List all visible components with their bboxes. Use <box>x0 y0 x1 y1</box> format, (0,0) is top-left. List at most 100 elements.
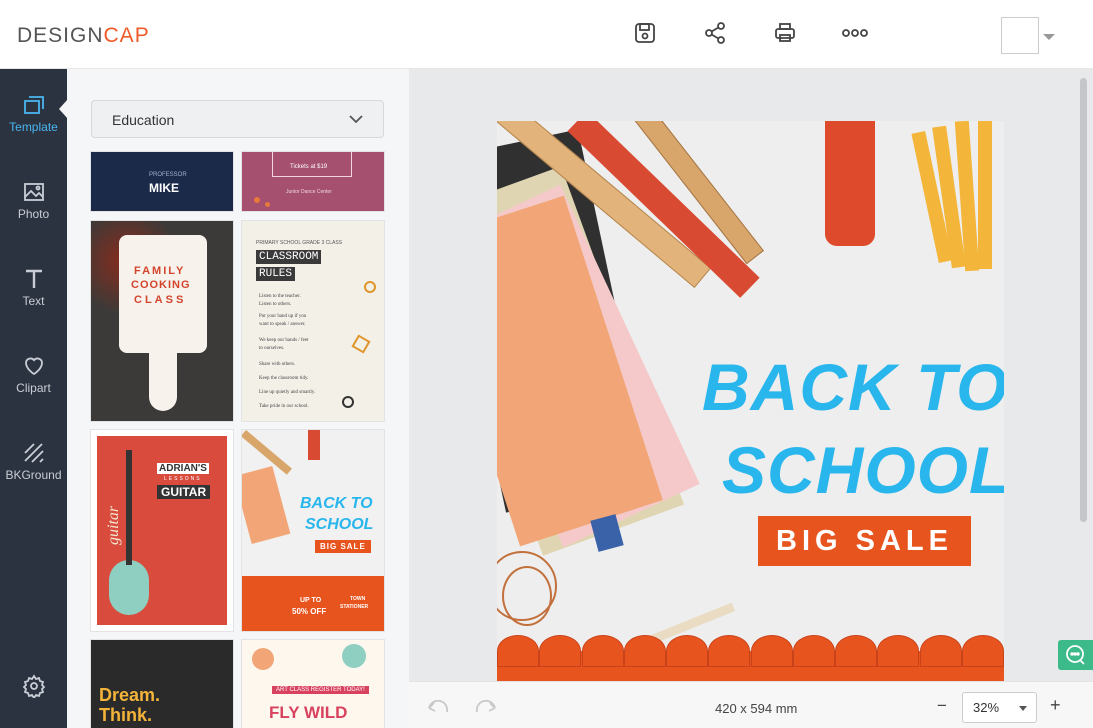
background-icon <box>23 443 44 463</box>
thumb-text: PRIMARY SCHOOL GRADE 3 CLASS <box>256 240 343 246</box>
chevron-down-icon <box>1019 706 1027 711</box>
thumb-text: LESSONS <box>164 476 202 482</box>
thumb-text: Put your hand up if you <box>259 314 307 319</box>
thumb-text: 50% OFF <box>292 607 327 616</box>
thumb-text: BACK TO <box>300 495 373 512</box>
thumb-text: ART CLASS REGISTER TODAY! <box>272 686 369 694</box>
zoom-out-button[interactable]: − <box>937 696 947 716</box>
zoom-select[interactable]: 32% <box>962 692 1037 723</box>
thumb-text: We keep our hands / feet <box>259 338 309 343</box>
sidebar-item-clipart[interactable]: Clipart <box>0 354 67 424</box>
chevron-down-icon <box>349 115 363 124</box>
stapler <box>825 121 875 246</box>
template-panel: Education PROFESSOR MIKE Tickets at $19 … <box>67 69 409 728</box>
sidebar-item-text[interactable]: Text <box>0 267 67 337</box>
sidebar-item-label: Text <box>22 294 45 308</box>
scallop <box>750 635 793 667</box>
thumb-text: ADRIAN'S <box>157 463 209 474</box>
sidebar-item-label: Clipart <box>16 381 51 395</box>
template-icon <box>23 96 44 114</box>
scallop <box>539 635 582 667</box>
sidebar-item-photo[interactable]: Photo <box>0 180 67 250</box>
sidebar-item-label: BKGround <box>5 468 62 482</box>
gear-icon <box>22 674 45 698</box>
template-thumb[interactable]: ART CLASS REGISTER TODAY! FLY WILD <box>242 640 384 728</box>
scallop <box>835 635 877 667</box>
template-thumb[interactable]: ADRIAN'S LESSONS GUITAR guitar <box>91 430 233 631</box>
canvas-size-label: 420 x 594 mm <box>715 701 798 716</box>
scallop <box>666 635 708 667</box>
thumb-text: CLASSROOM <box>256 250 322 264</box>
sidebar-item-bkground[interactable]: BKGround <box>0 441 67 511</box>
print-icon[interactable] <box>771 19 799 47</box>
thumb-text: Line up quietly and smartly. <box>259 390 316 395</box>
thumb-text: GUITAR <box>157 485 211 499</box>
template-thumb[interactable]: Dream. Think. <box>91 640 233 728</box>
thumb-text: Junior Dance Center <box>286 189 332 195</box>
photo-icon <box>23 183 44 201</box>
design-poster[interactable]: BACK TO SCHOOL BIG SALE <box>497 121 1004 681</box>
thumb-text: Dream. <box>99 685 161 705</box>
thumb-text: TOWN <box>350 596 366 602</box>
thumb-text: SCHOOL <box>305 516 374 533</box>
bottom-bar: 420 x 594 mm − 32% + <box>409 681 1093 728</box>
thumb-text: Take pride in our school. <box>259 404 309 409</box>
avatar[interactable] <box>1001 17 1039 54</box>
thumb-text: FAMILY <box>134 265 186 277</box>
poster-title-line2[interactable]: SCHOOL <box>722 432 1004 508</box>
category-value: Education <box>112 112 175 128</box>
undo-icon[interactable] <box>427 700 449 714</box>
more-icon[interactable] <box>841 19 869 47</box>
scallop <box>792 635 835 667</box>
thumb-text: FLY WILD <box>269 703 348 722</box>
thumb-text: want to speak / answer. <box>259 322 306 327</box>
template-thumb[interactable]: Tickets at $19 Junior Dance Center <box>242 152 384 211</box>
template-thumb[interactable]: PRIMARY SCHOOL GRADE 3 CLASS CLASSROOM R… <box>242 221 384 421</box>
rubber-band <box>502 566 552 626</box>
thumb-text: MIKE <box>149 181 179 195</box>
zoom-in-button[interactable]: + <box>1050 695 1061 716</box>
share-icon[interactable] <box>701 19 729 47</box>
pen <box>978 121 992 269</box>
thumb-text: Think. <box>99 705 152 725</box>
thumb-text: Listen to the teacher. <box>259 294 301 299</box>
text-icon <box>25 269 42 288</box>
thumb-text: CLASS <box>134 294 187 306</box>
account-dropdown-icon[interactable] <box>1043 34 1055 40</box>
thumb-text: BIG SALE <box>315 540 371 553</box>
scallop <box>623 635 666 667</box>
top-bar: DESIGNCAP <box>0 0 1093 69</box>
thumb-text: STATIONER <box>340 604 369 610</box>
sidebar: Template Photo Text Clipart BKGround <box>0 69 67 728</box>
logo[interactable]: DESIGNCAP <box>17 24 150 48</box>
template-thumb[interactable]: BACK TO SCHOOL BIG SALE UP TO 50% OFF TO… <box>242 430 384 631</box>
save-icon[interactable] <box>631 19 659 47</box>
chat-icon <box>1066 645 1085 665</box>
chat-button[interactable] <box>1058 640 1093 670</box>
scallop <box>919 635 962 667</box>
category-select[interactable]: Education <box>91 100 384 138</box>
thumb-text: COOKING <box>131 279 191 291</box>
template-thumb[interactable]: PROFESSOR MIKE <box>91 152 233 211</box>
poster-title-line1[interactable]: BACK TO <box>702 349 1004 425</box>
scallop <box>708 635 751 667</box>
thumb-text: Share with others. <box>259 362 296 367</box>
redo-icon[interactable] <box>475 700 497 714</box>
sidebar-item-label: Template <box>9 120 58 134</box>
thumb-text: Keep the classroom tidy. <box>259 376 309 381</box>
sidebar-item-label: Photo <box>17 207 50 221</box>
scallop <box>581 635 624 667</box>
thumb-text: RULES <box>256 267 296 281</box>
scallop <box>961 635 1004 667</box>
scallop <box>497 635 539 667</box>
settings-button[interactable] <box>0 674 67 704</box>
heart-icon <box>24 357 43 376</box>
thumb-text: Listen to others. <box>259 302 292 307</box>
scallop <box>877 635 920 667</box>
vertical-scrollbar[interactable] <box>1080 78 1087 522</box>
poster-badge[interactable]: BIG SALE <box>758 516 971 566</box>
zoom-value: 32% <box>973 700 1000 715</box>
thumb-text: UP TO <box>300 597 322 604</box>
template-thumb[interactable]: FAMILY COOKING CLASS <box>91 221 233 421</box>
sidebar-item-template[interactable]: Template <box>0 93 67 163</box>
